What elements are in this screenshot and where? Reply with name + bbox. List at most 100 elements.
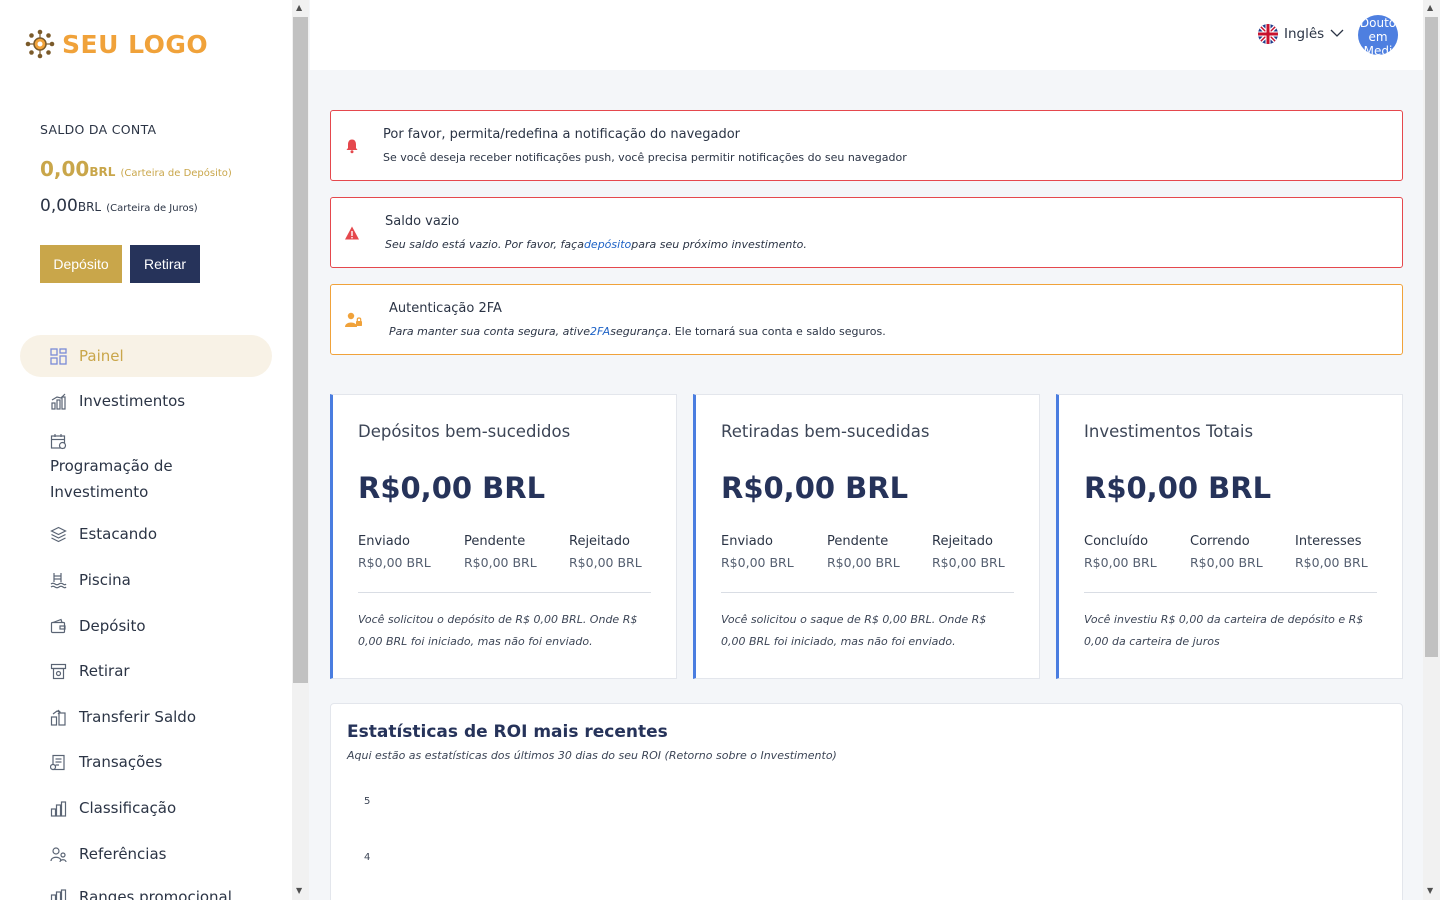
card-stat: Rejeitado R$0,00 BRL	[932, 534, 1005, 570]
sidebar-item-transacoes[interactable]: Transações	[20, 741, 272, 783]
deposit-wallet-currency: BRL	[89, 165, 116, 179]
stat-value: R$0,00 BRL	[1190, 555, 1263, 570]
divider	[358, 592, 651, 593]
card-value: R$0,00 BRL	[358, 471, 546, 505]
interest-wallet-balance: 0,00BRL (Carteira de Juros)	[40, 196, 198, 216]
deposit-wallet-note: (Carteira de Depósito)	[120, 168, 232, 179]
card-stat: Interesses R$0,00 BRL	[1295, 534, 1368, 570]
y-tick-label: 5	[364, 796, 371, 807]
sidebar-item-classificacao[interactable]: Classificação	[20, 787, 272, 829]
sidebar-item-referencias[interactable]: Referências	[20, 833, 272, 875]
empty-balance-alert: Saldo vazio Seu saldo está vazio. Por fa…	[330, 197, 1403, 268]
sidebar-item-label: Ranges promocional	[79, 888, 232, 900]
card-note: Você investiu R$ 0,00 da carteira de dep…	[1084, 613, 1364, 648]
sidebar-item-label: Estacando	[79, 525, 158, 543]
stat-value: R$0,00 BRL	[721, 555, 794, 570]
divider	[721, 592, 1014, 593]
deposit-wallet-amount: 0,00	[40, 157, 90, 181]
sidebar-item-label: Investimentos	[79, 392, 186, 410]
sidebar-item-programacao[interactable]: Programação de Investimento	[50, 432, 173, 505]
sidebar-item-transferir-saldo[interactable]: Transferir Saldo	[20, 696, 272, 738]
stat-label: Rejeitado	[932, 534, 993, 549]
ranking-icon	[50, 800, 67, 817]
sidebar-scrollbar[interactable]: ▲ ▼	[292, 0, 309, 900]
referrals-icon	[50, 846, 67, 863]
alert-text-before: Seu saldo está vazio. Por favor, faça	[385, 238, 584, 251]
sidebar-item-painel[interactable]: Painel	[20, 335, 272, 377]
layers-icon	[50, 526, 67, 543]
sidebar-item-label: Classificação	[79, 799, 177, 817]
stat-label: Enviado	[721, 534, 773, 549]
stat-label: Enviado	[358, 534, 410, 549]
wallet-icon	[50, 618, 67, 635]
interest-wallet-note: (Carteira de Juros)	[106, 203, 198, 214]
deposits-card: Depósitos bem-sucedidos R$0,00 BRL Envia…	[330, 394, 677, 679]
roi-stats-panel: Estatísticas de ROI mais recentes Aqui e…	[330, 703, 1403, 900]
scroll-down-arrow-icon[interactable]: ▼	[296, 886, 302, 895]
stat-value: R$0,00 BRL	[1084, 555, 1157, 570]
card-title: Investimentos Totais	[1084, 422, 1254, 441]
deposit-button[interactable]: Depósito	[40, 245, 122, 283]
card-title: Depósitos bem-sucedidos	[358, 422, 571, 441]
sidebar-item-label: Piscina	[79, 571, 131, 589]
sidebar-item-label-line2: Investimento	[50, 483, 149, 501]
logo-icon	[24, 28, 56, 60]
sidebar-item-deposito[interactable]: Depósito	[20, 605, 272, 647]
deposit-link[interactable]: depósito	[584, 238, 631, 251]
alert-title: Saldo vazio	[385, 214, 460, 229]
transfer-icon	[50, 709, 67, 726]
card-stat: Rejeitado R$0,00 BRL	[569, 534, 642, 570]
sidebar-item-ranges-promocional[interactable]: Ranges promocional	[20, 876, 272, 900]
logo[interactable]: SEU LOGO	[24, 28, 208, 60]
promo-icon	[50, 888, 67, 900]
roi-title: Estatísticas de ROI mais recentes	[347, 722, 668, 742]
warning-icon	[344, 225, 360, 241]
card-stat: Concluído R$0,00 BRL	[1084, 534, 1157, 570]
alert-text-before: Para manter sua conta segura, ative	[389, 325, 590, 338]
interest-wallet-amount: 0,00	[40, 196, 78, 216]
user-avatar[interactable]: Douto em Medi	[1358, 15, 1398, 55]
alert-text-after: para seu próximo investimento.	[631, 238, 807, 251]
chevron-down-icon	[1330, 26, 1344, 42]
stat-value: R$0,00 BRL	[932, 555, 1005, 570]
language-label: Inglês	[1284, 26, 1325, 42]
transactions-icon	[50, 754, 67, 771]
stat-label: Pendente	[464, 534, 526, 549]
user-lock-icon	[345, 312, 362, 328]
alert-text: Para manter sua conta segura, ative2FAse…	[389, 325, 886, 338]
y-tick-label: 4	[364, 852, 371, 863]
sidebar: SEU LOGO SALDO DA CONTA 0,00BRL (Carteir…	[0, 0, 292, 900]
sidebar-item-label: Transações	[79, 753, 163, 771]
stat-value: R$0,00 BRL	[1295, 555, 1368, 570]
sidebar-item-retirar[interactable]: Retirar	[20, 650, 272, 692]
card-title: Retiradas bem-sucedidas	[721, 422, 930, 441]
uk-flag-icon	[1258, 24, 1278, 44]
alert-text-after: . Ele tornará sua conta e saldo seguros.	[667, 325, 886, 338]
sidebar-item-label: Retirar	[79, 662, 130, 680]
card-value: R$0,00 BRL	[1084, 471, 1272, 505]
scroll-down-arrow-icon[interactable]: ▼	[1427, 886, 1433, 895]
alert-text-mid: segurança	[610, 325, 668, 338]
sidebar-item-label: Referências	[79, 845, 167, 863]
sidebar-item-label: Depósito	[79, 617, 146, 635]
roi-subtitle: Aqui estão as estatísticas dos últimos 3…	[347, 749, 837, 762]
page-scrollbar[interactable]: ▲ ▼	[1423, 0, 1440, 900]
pool-icon	[50, 572, 67, 589]
logo-text: SEU LOGO	[62, 29, 209, 59]
stat-label: Pendente	[827, 534, 889, 549]
scroll-up-arrow-icon[interactable]: ▲	[1427, 3, 1433, 12]
sidebar-item-estacando[interactable]: Estacando	[20, 513, 272, 555]
alert-title: Autenticação 2FA	[389, 301, 502, 316]
2fa-link[interactable]: 2FA	[590, 325, 610, 338]
investments-icon	[50, 393, 67, 410]
sidebar-item-investimentos[interactable]: Investimentos	[20, 380, 272, 422]
withdraw-button[interactable]: Retirar	[130, 245, 200, 283]
scroll-up-arrow-icon[interactable]: ▲	[296, 3, 302, 12]
dashboard-icon	[50, 347, 67, 365]
sidebar-scrollbar-thumb[interactable]	[293, 17, 308, 683]
language-selector[interactable]: Inglês	[1258, 24, 1344, 44]
stat-value: R$0,00 BRL	[464, 555, 537, 570]
page-scrollbar-thumb[interactable]	[1425, 17, 1438, 657]
sidebar-item-label: Transferir Saldo	[79, 708, 196, 726]
sidebar-item-piscina[interactable]: Piscina	[20, 559, 272, 601]
